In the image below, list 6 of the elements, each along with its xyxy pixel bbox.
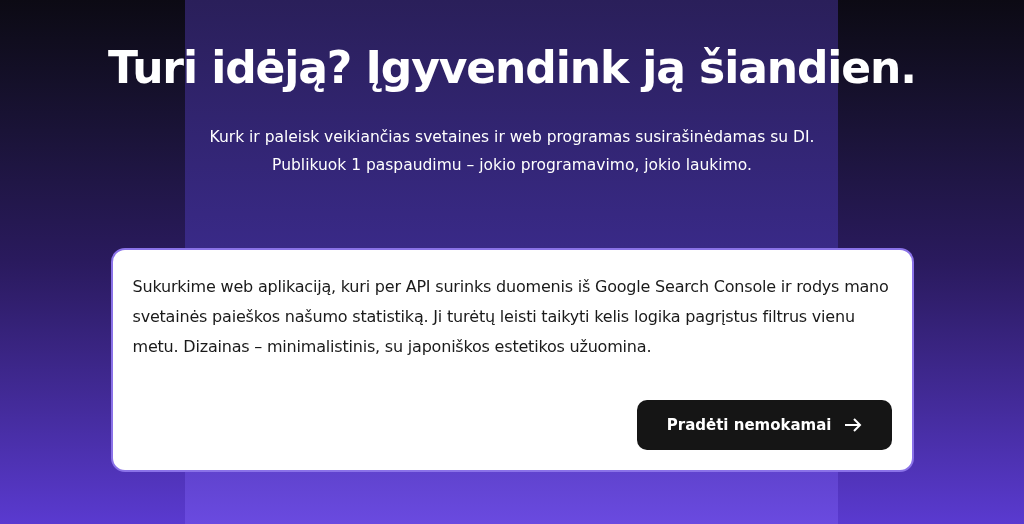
start-button[interactable]: Pradėti nemokamai (636, 400, 892, 450)
arrow-right-icon (843, 418, 862, 432)
hero-title: Turi idėją? Įgyvendink ją šiandien. (108, 41, 916, 95)
subtitle-line: Publikuok 1 paspaudimu – jokio programavimo, jokio laukimo. (272, 155, 752, 176)
prompt-text[interactable]: Sukurkime web aplikaciją, kuri per API surinks duomenis iš Google Search Console ir rodys mano svetainės paieškos našumo statistiką. Ji turėtų leisti taikyti kelis logika pagrįstus filtrus vienu metu. Dizainas – minimalistinis, su japoniškos estetikos užuomina. (132, 272, 892, 362)
subtitle-line: Kurk ir paleisk veikiančias svetaines ir web programas susirašinėdamas su DI. (209, 127, 815, 148)
